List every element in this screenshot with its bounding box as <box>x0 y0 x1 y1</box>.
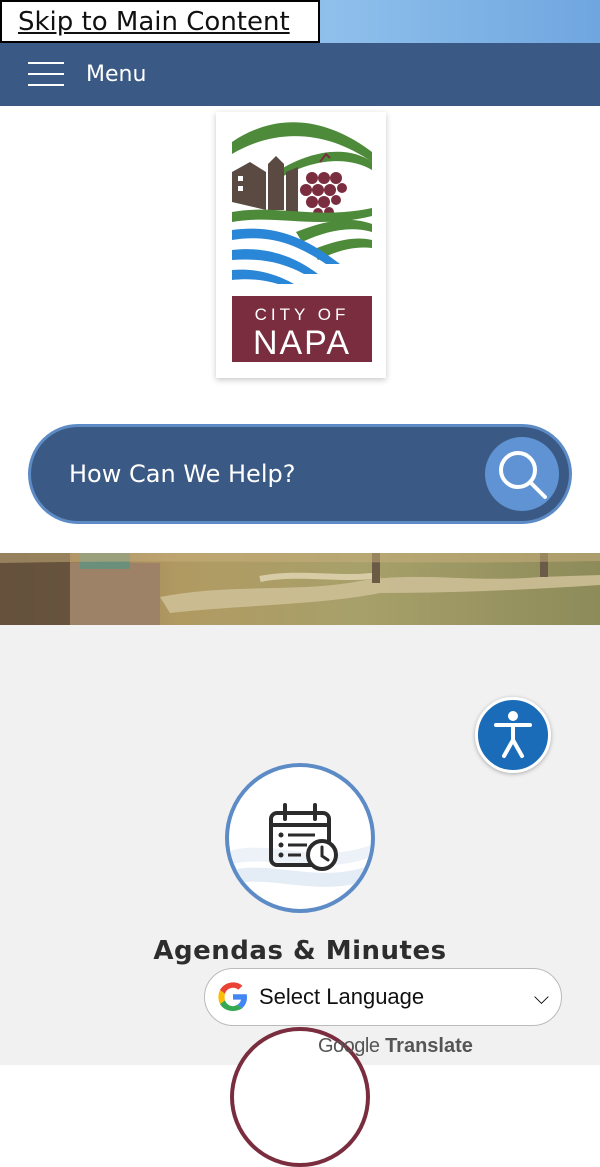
search-button[interactable] <box>485 437 559 511</box>
google-wordmark: Google <box>318 1035 380 1057</box>
language-select[interactable]: Select Language ⌵ <box>204 968 562 1026</box>
hero-image <box>0 553 600 625</box>
google-g-icon <box>218 982 247 1011</box>
search-icon <box>499 451 547 499</box>
skip-to-main-content-link[interactable]: Skip to Main Content <box>0 0 320 43</box>
accessibility-button[interactable] <box>475 697 551 773</box>
translate-wordmark: Translate <box>385 1035 473 1057</box>
hamburger-menu-icon[interactable] <box>28 60 64 88</box>
header-menu-bar: Menu <box>0 43 600 106</box>
quick-link-agendas-minutes[interactable] <box>225 763 375 913</box>
chevron-down-icon: ⌵ <box>533 985 549 1009</box>
language-select-value: Select Language <box>259 984 425 1009</box>
quick-link-label[interactable]: Agendas & Minutes <box>0 936 600 966</box>
napa-logo-graphic: CITY OF NAPA <box>232 122 372 362</box>
accessibility-icon <box>494 711 532 758</box>
city-of-napa-logo[interactable]: CITY OF NAPA <box>216 112 386 378</box>
search-placeholder[interactable]: How Can We Help? <box>69 457 295 491</box>
google-translate-attribution: Google Translate <box>318 1035 473 1058</box>
site-search-bar[interactable]: How Can We Help? <box>28 424 572 524</box>
menu-button-label[interactable]: Menu <box>86 61 146 89</box>
calendar-clock-icon <box>229 803 371 887</box>
logo-line2: NAPA <box>253 324 351 362</box>
logo-line1: CITY OF <box>255 305 350 324</box>
